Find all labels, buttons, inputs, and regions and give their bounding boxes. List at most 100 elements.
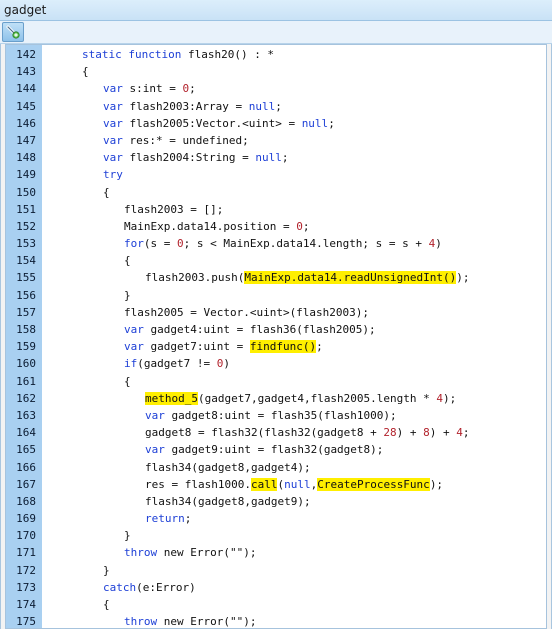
line-number: 155 bbox=[16, 271, 36, 285]
code-text: for(s = 0; s < MainExp.data14.length; s … bbox=[124, 235, 442, 252]
code-token: gadget7:uint = bbox=[143, 340, 250, 354]
highlighted-token: method_5 bbox=[145, 391, 198, 405]
code-token: ); bbox=[429, 477, 444, 491]
code-text: static function flash20() : * bbox=[82, 46, 274, 63]
code-text: { bbox=[103, 184, 110, 201]
line-number: 166 bbox=[16, 460, 36, 474]
code-token: flash20() : * bbox=[181, 48, 275, 61]
code-token: } bbox=[124, 529, 131, 543]
code-line: 158 var gadget4:uint = flash36(flash2005)… bbox=[6, 321, 546, 338]
code-token: ; s < MainExp.data14.length; s = s + bbox=[183, 237, 429, 251]
code-token: null bbox=[301, 116, 329, 130]
window-titlebar: gadget bbox=[0, 0, 552, 21]
code-line: 153 for(s = 0; s < MainExp.data14.length;… bbox=[6, 235, 546, 252]
code-token: { bbox=[124, 254, 131, 268]
code-token: } bbox=[103, 563, 110, 577]
code-token: ; bbox=[302, 219, 310, 233]
code-token: var bbox=[124, 323, 144, 336]
code-token: var bbox=[124, 340, 144, 354]
code-token: flash2003:Array = bbox=[122, 99, 249, 113]
code-token: gadget8:uint = flash35(flash1000); bbox=[164, 408, 397, 422]
highlighted-token: call bbox=[250, 477, 278, 491]
code-token: var bbox=[103, 82, 123, 96]
code-line: 168 flash34(gadget8,gadget9); bbox=[6, 493, 546, 510]
code-line: 142 static function flash20() : * bbox=[6, 46, 546, 63]
toolbar-tool-button[interactable] bbox=[2, 22, 24, 42]
line-number: 144 bbox=[16, 82, 36, 96]
code-token: flash2005:Vector.<uint> = bbox=[122, 116, 302, 130]
code-text: { bbox=[124, 252, 131, 269]
line-number: 151 bbox=[16, 202, 36, 216]
code-text: var s:int = 0; bbox=[103, 80, 196, 97]
code-token: var bbox=[145, 408, 165, 422]
code-line: 156} bbox=[6, 287, 546, 304]
code-token: return bbox=[145, 512, 185, 526]
code-token: ; bbox=[316, 340, 323, 354]
line-number: 170 bbox=[16, 529, 36, 543]
highlighted-token: findfunc() bbox=[249, 340, 317, 354]
code-token: throw bbox=[124, 615, 158, 629]
code-text: flash2005 = Vector.<uint>(flash2003); bbox=[124, 304, 369, 321]
code-line: 167 res = flash1000.call(null,CreateProce… bbox=[6, 476, 546, 493]
code-token: ; bbox=[281, 151, 289, 165]
code-text: } bbox=[124, 527, 131, 544]
code-line: 164 gadget8 = flash32(flash32(gadget8 + 2… bbox=[6, 424, 546, 441]
code-line: 159 var gadget7:uint = findfunc(); bbox=[6, 338, 546, 355]
toolbar bbox=[0, 21, 552, 44]
code-token: ; bbox=[328, 116, 335, 130]
line-number: 154 bbox=[16, 254, 36, 268]
code-text: } bbox=[103, 562, 110, 579]
editor-frame: 142 static function flash20() : * 143 {144 v… bbox=[0, 44, 552, 629]
code-token: ; bbox=[275, 99, 282, 113]
code-line: 171 throw new Error(""); bbox=[6, 544, 546, 561]
line-number: 171 bbox=[16, 546, 36, 560]
line-number: 157 bbox=[16, 305, 36, 319]
line-number: 150 bbox=[16, 185, 36, 199]
code-text: { bbox=[82, 63, 89, 80]
line-number: 167 bbox=[16, 477, 36, 491]
code-line: 165 var gadget9:uint = flash32(gadget8); bbox=[6, 441, 546, 458]
line-number: 149 bbox=[16, 168, 36, 182]
code-text: { bbox=[103, 596, 110, 613]
code-token: try bbox=[103, 168, 123, 182]
code-line: 170} bbox=[6, 527, 546, 544]
code-text: var res:* = undefined; bbox=[103, 132, 249, 149]
code-text: var gadget9:uint = flash32(gadget8); bbox=[145, 441, 383, 458]
line-number: 172 bbox=[16, 563, 36, 577]
code-text: var flash2004:String = null; bbox=[103, 149, 288, 166]
code-line: 175 throw new Error(""); bbox=[6, 613, 546, 629]
code-token: res:* = undefined; bbox=[122, 133, 249, 147]
code-token: gadget9:uint = flash32(gadget8); bbox=[164, 443, 384, 457]
code-lines: 142 static function flash20() : * 143 {144 v… bbox=[6, 46, 546, 629]
code-text: flash34(gadget8,gadget4); bbox=[145, 459, 311, 476]
code-token: new Error(""); bbox=[157, 615, 257, 629]
code-token: MainExp.data14.position = bbox=[124, 219, 297, 233]
code-token: flash34(gadget8,gadget9); bbox=[145, 494, 311, 508]
code-token: { bbox=[103, 598, 110, 611]
code-text: var gadget4:uint = flash36(flash2005); bbox=[124, 321, 376, 338]
line-number: 164 bbox=[16, 426, 36, 440]
code-token: null bbox=[284, 477, 311, 491]
code-token: flash2005 = Vector.<uint>(flash2003); bbox=[124, 305, 370, 319]
code-token: flash2004:String = bbox=[122, 151, 256, 165]
code-text: MainExp.data14.position = 0; bbox=[124, 218, 309, 235]
line-number: 152 bbox=[16, 219, 36, 233]
code-token: if bbox=[124, 357, 138, 371]
code-token: for bbox=[124, 237, 144, 251]
highlighted-token: CreateProcessFunc bbox=[317, 477, 430, 491]
code-token: ) bbox=[435, 237, 442, 251]
code-text: var flash2005:Vector.<uint> = null; bbox=[103, 115, 335, 132]
code-editor[interactable]: 142 static function flash20() : * 143 {144 v… bbox=[5, 44, 547, 629]
code-token: } bbox=[124, 288, 131, 302]
code-line: 149 try bbox=[6, 166, 546, 183]
line-number: 174 bbox=[16, 598, 36, 611]
line-number: 165 bbox=[16, 443, 36, 457]
code-token: var bbox=[103, 99, 123, 113]
code-token: catch bbox=[103, 580, 137, 594]
code-line: 161 { bbox=[6, 373, 546, 390]
code-token: ; bbox=[184, 512, 192, 526]
code-line: 172} bbox=[6, 562, 546, 579]
line-number: 147 bbox=[16, 133, 36, 147]
code-token: 28 bbox=[383, 426, 397, 440]
code-token: var bbox=[103, 133, 123, 147]
